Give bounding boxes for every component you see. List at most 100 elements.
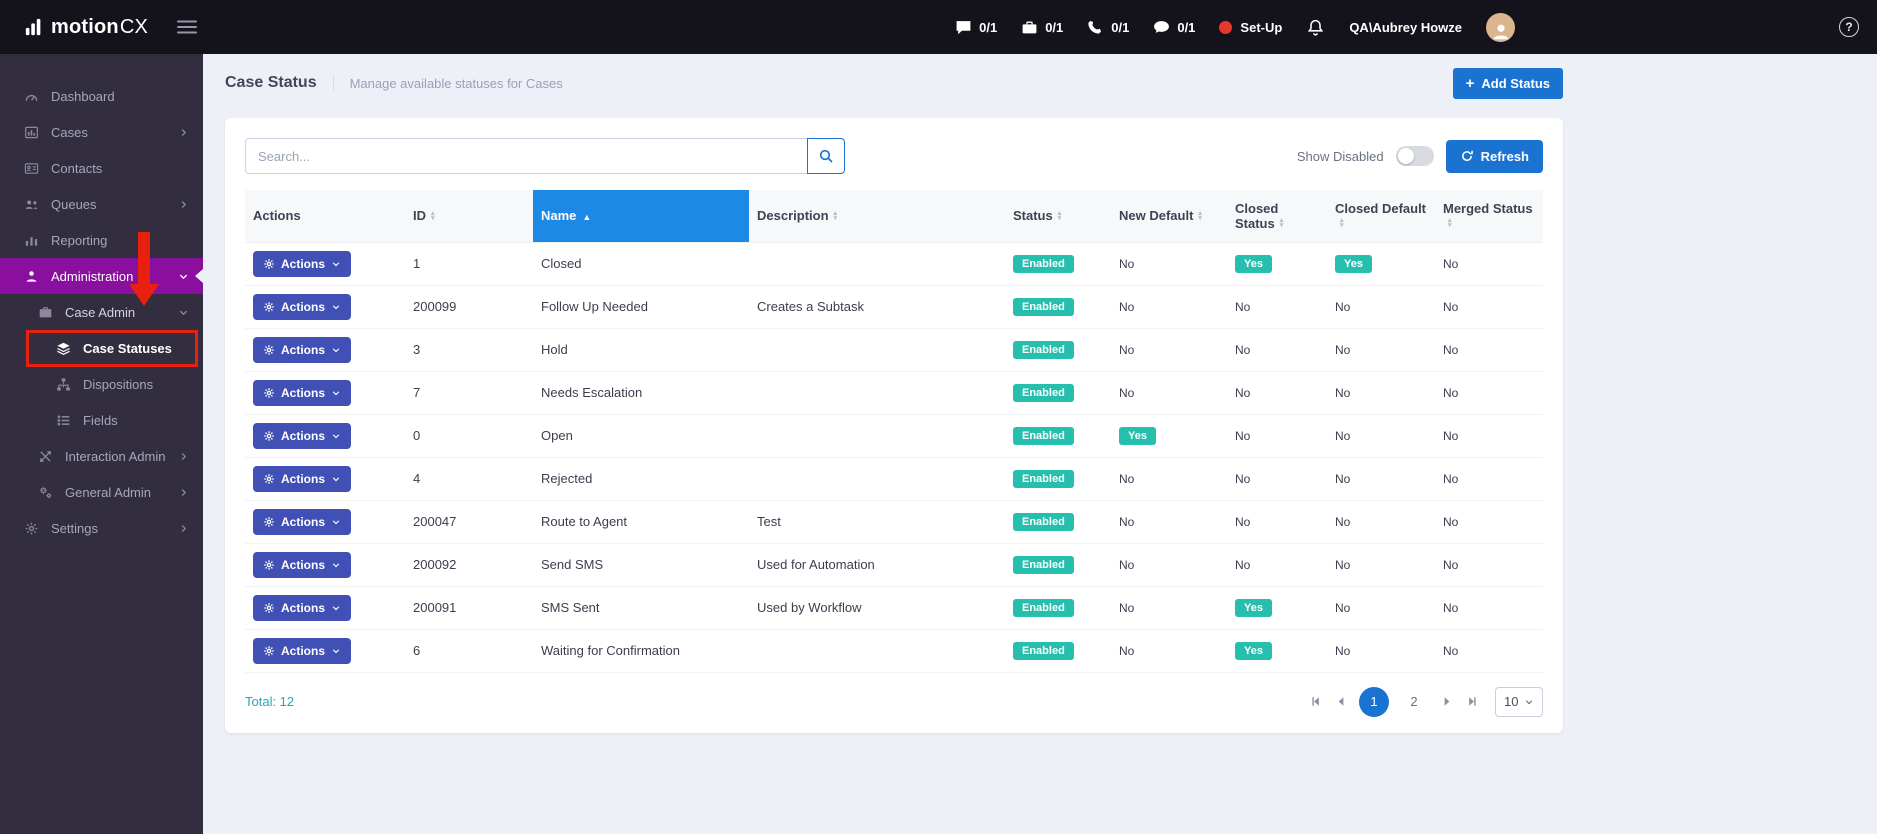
sidebar-item-settings[interactable]: Settings <box>0 510 203 546</box>
cell-closed-status: Yes <box>1227 586 1327 630</box>
row-actions-button[interactable]: Actions <box>253 594 352 621</box>
add-status-button[interactable]: + Add Status <box>1452 67 1563 99</box>
table-row: Actions 1 Closed Enabled No Yes Yes No <box>245 242 1543 286</box>
status-badge: Enabled <box>1013 641 1074 660</box>
cell-value: No <box>1235 515 1251 529</box>
sidebar-item-dispositions[interactable]: Dispositions <box>0 366 203 402</box>
column-header-description[interactable]: Description ▴ ▾ <box>749 190 1005 243</box>
column-header-actions: Actions <box>245 190 405 243</box>
cell-value: No <box>1119 558 1135 572</box>
chevron-down-icon <box>331 259 341 269</box>
page-size-select[interactable]: 10 <box>1495 686 1543 717</box>
sidebar-item-dashboard[interactable]: Dashboard <box>0 78 203 114</box>
column-header-name[interactable]: Name ▲ <box>533 190 749 243</box>
next-page-icon[interactable] <box>1439 694 1454 709</box>
id-value: 200091 <box>413 600 457 615</box>
avatar[interactable] <box>1486 12 1515 42</box>
column-header-new-default[interactable]: New Default ▴ ▾ <box>1111 190 1227 243</box>
first-page-icon[interactable] <box>1309 694 1324 709</box>
sidebar-item-case-admin[interactable]: Case Admin <box>0 294 203 330</box>
status-badge: Enabled <box>1013 297 1074 316</box>
menu-toggle-icon[interactable] <box>176 19 198 35</box>
column-header-status[interactable]: Status ▴ ▾ <box>1005 190 1111 243</box>
chevron-right-icon <box>178 451 189 462</box>
last-page-icon[interactable] <box>1464 694 1479 709</box>
settings-icon <box>24 521 39 536</box>
sidebar-item-reporting[interactable]: Reporting <box>0 222 203 258</box>
sidebar-item-administration[interactable]: Administration <box>0 258 203 294</box>
counter-comment[interactable]: 0/1 <box>1153 19 1195 36</box>
cell-new-default: No <box>1111 500 1227 544</box>
column-header-closed-default[interactable]: Closed Default ▴ ▾ <box>1327 190 1435 243</box>
column-header-closed-status[interactable]: Closed Status ▴ ▾ <box>1227 190 1327 243</box>
cell-merged-status: No <box>1435 629 1543 673</box>
cell-name: Route to Agent <box>533 500 749 544</box>
gear-icon <box>263 559 275 571</box>
sidebar-item-interaction-admin[interactable]: Interaction Admin <box>0 438 203 474</box>
page-2-button[interactable]: 2 <box>1399 687 1429 717</box>
column-header-id[interactable]: ID ▴ ▾ <box>405 190 533 243</box>
sidebar-item-cases[interactable]: Cases <box>0 114 203 150</box>
row-actions-button[interactable]: Actions <box>253 336 352 363</box>
row-actions-button[interactable]: Actions <box>253 637 352 664</box>
bell-icon[interactable] <box>1306 18 1325 37</box>
row-actions-button[interactable]: Actions <box>253 551 352 578</box>
cell-merged-status: No <box>1435 543 1543 587</box>
cell-id: 6 <box>405 629 533 673</box>
pagination: 12 10 <box>1309 686 1543 717</box>
counter-chat[interactable]: 0/1 <box>955 19 997 36</box>
toggle-knob <box>1397 148 1414 164</box>
search-button[interactable] <box>807 138 845 174</box>
cell-value: No <box>1235 429 1251 443</box>
actions-label: Actions <box>281 428 326 443</box>
show-disabled-toggle[interactable] <box>1395 146 1434 166</box>
actions-label: Actions <box>281 643 326 658</box>
description-value: Test <box>757 514 781 529</box>
case-statuses-icon <box>56 341 71 356</box>
row-actions-button[interactable]: Actions <box>253 422 352 449</box>
sidebar-item-label: Dispositions <box>83 376 154 392</box>
search-input[interactable] <box>245 138 807 174</box>
chevron-down-icon <box>178 271 189 282</box>
sidebar-item-fields[interactable]: Fields <box>0 402 203 438</box>
sidebar-item-case-statuses[interactable]: Case Statuses <box>0 330 203 366</box>
page-1-button[interactable]: 1 <box>1359 686 1389 717</box>
chevron-down-icon <box>331 603 341 613</box>
cell-closed-default: No <box>1327 457 1435 501</box>
sidebar-item-contacts[interactable]: Contacts <box>0 150 203 186</box>
id-value: 3 <box>413 342 421 357</box>
row-actions-button[interactable]: Actions <box>253 250 352 277</box>
yes-badge: Yes <box>1335 254 1372 273</box>
app-logo[interactable]: motionCX <box>24 16 148 39</box>
sidebar-item-queues[interactable]: Queues <box>0 186 203 222</box>
row-actions-button[interactable]: Actions <box>253 465 352 492</box>
cell-actions: Actions <box>245 414 405 458</box>
row-actions-button[interactable]: Actions <box>253 508 352 535</box>
status-badge: Enabled <box>1013 598 1074 617</box>
cell-merged-status: No <box>1435 328 1543 372</box>
sort-icons: ▴ ▾ <box>1057 209 1062 222</box>
refresh-button[interactable]: Refresh <box>1445 139 1543 173</box>
status-badge: Enabled <box>1013 340 1074 359</box>
cell-status: Enabled <box>1005 414 1111 458</box>
cell-id: 200047 <box>405 500 533 544</box>
counter-phone[interactable]: 0/1 <box>1087 19 1129 36</box>
refresh-icon <box>1460 149 1474 163</box>
user-name[interactable]: QA\Aubrey Howze <box>1349 20 1462 35</box>
setup-status[interactable]: Set-Up <box>1219 20 1282 35</box>
chevron-down-icon <box>331 646 341 656</box>
cell-value: No <box>1119 601 1135 615</box>
cell-new-default: No <box>1111 242 1227 286</box>
counter-briefcase[interactable]: 0/1 <box>1021 19 1063 36</box>
prev-page-icon[interactable] <box>1334 694 1349 709</box>
sort-icons: ▴ ▾ <box>833 209 838 222</box>
cell-merged-status: No <box>1435 457 1543 501</box>
row-actions-button[interactable]: Actions <box>253 293 352 320</box>
search-wrap <box>245 138 845 174</box>
sort-icons: ▴ ▾ <box>1340 217 1344 230</box>
sidebar-item-general-admin[interactable]: General Admin <box>0 474 203 510</box>
column-header-merged-status[interactable]: Merged Status ▴ ▾ <box>1435 190 1543 243</box>
row-actions-button[interactable]: Actions <box>253 379 352 406</box>
cell-value: No <box>1119 386 1135 400</box>
help-icon[interactable]: ? <box>1839 17 1859 37</box>
